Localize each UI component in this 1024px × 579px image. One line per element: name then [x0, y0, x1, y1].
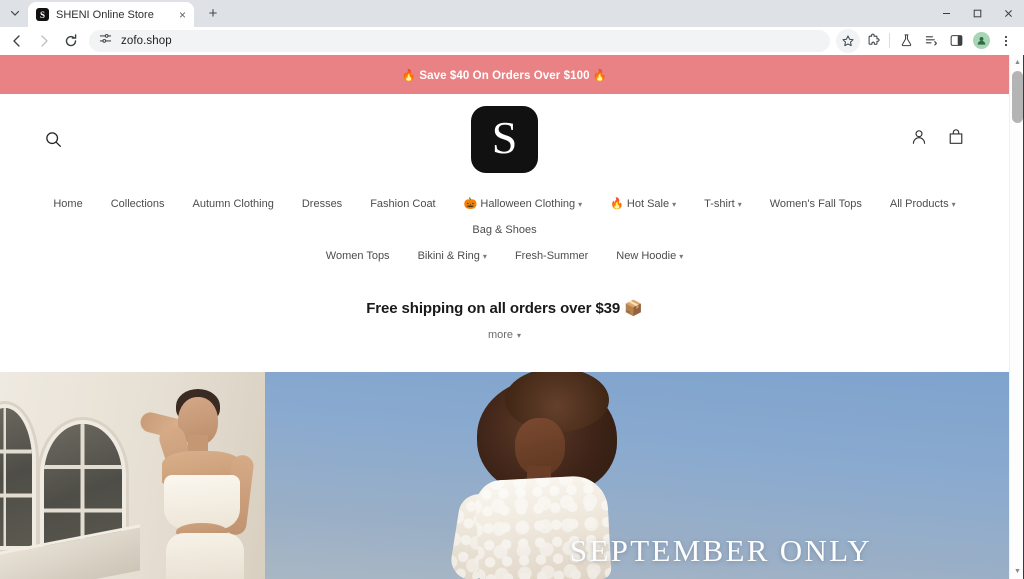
nav-item-autumn-clothing[interactable]: Autumn Clothing	[179, 191, 288, 217]
scroll-up-arrow-icon[interactable]: ▲	[1010, 55, 1024, 70]
browser-window: S SHENI Online Store × + zofo.shop 🔥 Sav…	[0, 0, 1024, 579]
nav-label: Fashion Coat	[370, 197, 436, 210]
nav-label: Bag & Shoes	[472, 224, 537, 236]
nav-item-bag-and-shoes[interactable]: Bag & Shoes	[458, 217, 550, 243]
nav-row-1: Home Collections Autumn Clothing Dresses…	[30, 190, 979, 243]
extensions-puzzle-icon[interactable]	[861, 28, 885, 54]
nav-item-t-shirt[interactable]: T-shirt ▾	[690, 191, 756, 217]
nav-item-halloween-clothing[interactable]: 🎃 Halloween Clothing ▾	[450, 190, 597, 217]
page-viewport: 🔥 Save $40 On Orders Over $100 🔥 S Home …	[0, 55, 1024, 579]
scroll-down-arrow-icon[interactable]: ▼	[1010, 564, 1024, 579]
tab-strip: S SHENI Online Store × +	[0, 0, 1024, 27]
account-person-icon[interactable]	[910, 128, 928, 151]
header-actions	[910, 128, 965, 151]
back-arrow-icon[interactable]	[4, 28, 30, 54]
scrollbar-thumb[interactable]	[1012, 71, 1023, 123]
close-icon[interactable]	[993, 0, 1024, 27]
nav-label: All Products	[889, 197, 949, 210]
split-view-icon[interactable]	[919, 28, 943, 54]
nav-item-hot-sale[interactable]: 🔥 Hot Sale ▾	[596, 190, 690, 217]
chevron-down-icon: ▾	[737, 199, 742, 209]
shopping-bag-icon[interactable]	[947, 128, 965, 151]
nav-item-fresh-summer[interactable]: Fresh-Summer	[501, 243, 602, 269]
hero-caption: SEPTEMBER ONLY	[569, 533, 872, 568]
browser-toolbar: zofo.shop	[0, 27, 1024, 55]
nav-label: 🔥 Hot Sale	[610, 198, 670, 210]
address-bar-url: zofo.shop	[121, 34, 172, 47]
more-menu-icon[interactable]	[994, 28, 1018, 54]
nav-label: Women Tops	[325, 250, 390, 262]
chevron-down-icon: ▾	[679, 252, 684, 261]
web-page: 🔥 Save $40 On Orders Over $100 🔥 S Home …	[0, 55, 1009, 579]
toolbar-divider	[889, 33, 890, 48]
announcement-more-label: more	[487, 329, 514, 341]
nav-label: Collections	[110, 197, 165, 210]
nav-row-2: Women Tops Bikini & Ring ▾ Fresh-Summer N…	[30, 243, 979, 269]
nav-item-new-hoodie[interactable]: New Hoodie ▾	[602, 243, 697, 269]
minimize-icon[interactable]	[931, 0, 962, 27]
tab-title: SHENI Online Store	[56, 8, 154, 21]
nav-label: Women's Fall Tops	[769, 197, 862, 210]
hero-right-image[interactable]: SEPTEMBER ONLY	[265, 372, 1009, 579]
nav-label: Autumn Clothing	[192, 197, 274, 210]
address-bar[interactable]: zofo.shop	[89, 29, 830, 52]
announcement-section: Free shipping on all orders over $39 📦 m…	[0, 269, 1009, 343]
nav-item-bikini-and-ring[interactable]: Bikini & Ring ▾	[404, 243, 501, 269]
nav-label: 🎃 Halloween Clothing	[463, 198, 576, 210]
nav-item-dresses[interactable]: Dresses	[288, 191, 356, 217]
hero-left-image[interactable]	[0, 372, 265, 579]
model-left	[128, 383, 265, 579]
logo-tile: S	[471, 105, 538, 173]
site-logo[interactable]: S	[0, 94, 1009, 184]
new-tab-button[interactable]: +	[200, 0, 226, 26]
nav-item-all-products[interactable]: All Products ▾	[876, 191, 970, 217]
nav-item-home[interactable]: Home	[39, 191, 96, 217]
chevron-down-icon: ▾	[672, 199, 677, 209]
main-navigation: Home Collections Autumn Clothing Dresses…	[0, 184, 1009, 269]
side-panel-icon[interactable]	[944, 28, 968, 54]
tab-favicon: S	[36, 8, 49, 21]
profile-avatar-icon[interactable]	[969, 28, 993, 54]
maximize-icon[interactable]	[962, 0, 993, 27]
nav-label: New Hoodie	[616, 250, 677, 262]
bookmark-star-icon[interactable]	[836, 28, 860, 54]
tune-sliders-icon[interactable]	[99, 32, 112, 50]
hero-banner[interactable]: SEPTEMBER ONLY	[0, 372, 1009, 579]
nav-item-collections[interactable]: Collections	[97, 191, 179, 217]
lab-flask-icon[interactable]	[894, 28, 918, 54]
nav-label: Dresses	[301, 197, 343, 210]
tab-close-icon[interactable]: ×	[179, 9, 186, 21]
nav-item-women-tops[interactable]: Women Tops	[312, 243, 404, 269]
nav-label: Fresh-Summer	[514, 250, 589, 262]
nav-label: Home	[53, 197, 83, 210]
announcement-title: Free shipping on all orders over $39 📦	[366, 300, 643, 317]
nav-item-fashion-coat[interactable]: Fashion Coat	[356, 191, 449, 217]
page-scrollbar[interactable]: ▲ ▼	[1009, 55, 1024, 579]
chevron-down-icon: ▾	[517, 331, 522, 340]
nav-label: T-shirt	[704, 197, 735, 210]
site-header: S	[0, 94, 1009, 184]
reload-icon[interactable]	[58, 28, 84, 54]
browser-tab[interactable]: S SHENI Online Store ×	[28, 2, 194, 27]
search-icon[interactable]	[44, 130, 63, 149]
announcement-more-button[interactable]: more ▾	[488, 329, 521, 341]
chevron-down-icon: ▾	[482, 252, 487, 261]
tab-search-chevron-down-icon[interactable]	[4, 2, 26, 24]
arched-window	[0, 408, 32, 546]
window-controls	[931, 0, 1024, 27]
promo-banner-text: 🔥 Save $40 On Orders Over $100 🔥	[401, 69, 608, 82]
chevron-down-icon: ▾	[951, 199, 956, 209]
nav-label: Bikini & Ring	[417, 250, 480, 262]
promo-banner: 🔥 Save $40 On Orders Over $100 🔥	[0, 55, 1009, 94]
logo-letter: S	[491, 112, 518, 163]
nav-item-womens-fall-tops[interactable]: Women's Fall Tops	[756, 191, 876, 217]
chevron-down-icon: ▾	[578, 199, 583, 209]
forward-arrow-icon	[31, 28, 57, 54]
